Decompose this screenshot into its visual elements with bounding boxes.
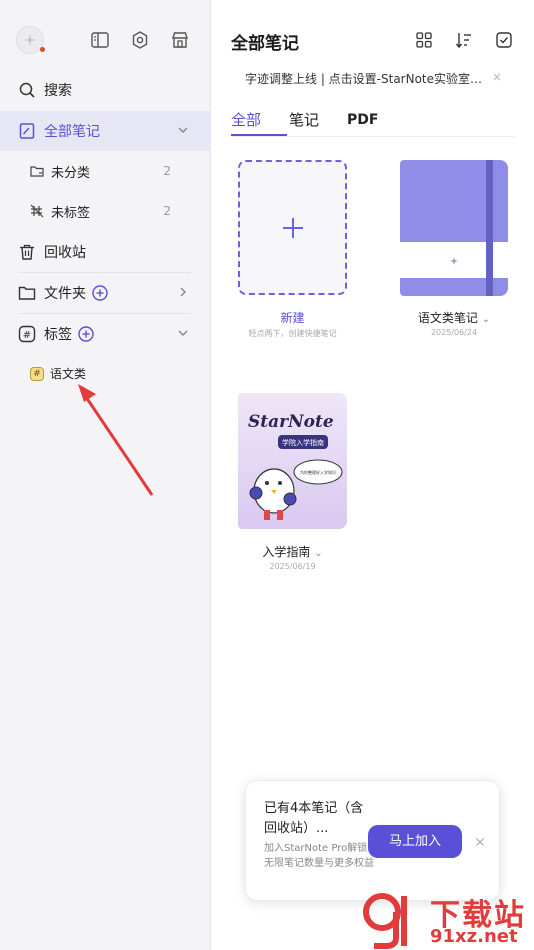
notes-icon	[19, 123, 35, 139]
trash-icon	[20, 244, 34, 260]
untagged-icon	[30, 204, 44, 218]
select-icon[interactable]	[495, 31, 513, 49]
sidebar: 搜索 全部笔记 未分类 2 未标签 2 回收站 文件夹 # 标签 # 语文类	[0, 0, 211, 950]
sidebar-item-all-notes[interactable]: 全部笔记	[0, 111, 211, 151]
new-note-hint: 轻点两下，创建快捷笔记	[248, 329, 337, 338]
add-folder-icon[interactable]	[92, 285, 108, 301]
chevron-down-icon[interactable]: ⌄	[482, 314, 490, 325]
sidebar-item-search[interactable]: 搜索	[0, 70, 211, 110]
watermark-logo	[363, 893, 407, 949]
site-watermark: 下载站 91xz.net	[360, 888, 534, 950]
notebook-date: 2025/06/24	[430, 328, 478, 337]
notification-dot	[40, 47, 45, 52]
tag-item-label: 语文类	[50, 367, 87, 381]
sidebar-item-label: 全部笔记	[44, 124, 100, 140]
add-tag-icon[interactable]	[78, 326, 94, 342]
main-panel: 全部笔记 字迹调整上线 | 点击设置-StarNote实验室开... 全部 笔记…	[211, 0, 534, 950]
sort-icon[interactable]	[455, 31, 473, 49]
notebook-title[interactable]: 语文类笔记 ⌄	[400, 309, 508, 326]
join-now-button[interactable]: 马上加入	[368, 825, 462, 858]
store-icon[interactable]	[170, 30, 190, 50]
sidebar-item-label: 标签	[44, 327, 72, 343]
sparkle-icon	[24, 34, 36, 46]
chevron-right-icon[interactable]	[177, 286, 189, 298]
promo-title: 已有4本笔记（含回收站）...	[264, 801, 364, 836]
annotation-arrow	[78, 384, 154, 496]
cover-strap	[486, 160, 493, 296]
app-window: 搜索 全部笔记 未分类 2 未标签 2 回收站 文件夹 # 标签 # 语文类 全…	[0, 0, 534, 950]
sidebar-item-label: 搜索	[44, 83, 72, 99]
folder-icon	[18, 286, 36, 300]
tab-bar: 全部 笔记 PDF	[231, 108, 406, 136]
cover-title: StarNote	[248, 412, 334, 432]
promo-description: 加入StarNote Pro解锁无限笔记数量与更多权益	[264, 843, 374, 869]
page-title: 全部笔记	[231, 34, 299, 54]
sidebar-item-tags[interactable]: # 标签	[0, 314, 211, 354]
folder-outline-icon	[30, 166, 44, 177]
close-icon[interactable]	[491, 71, 503, 83]
notebook-title[interactable]: 入学指南 ⌄	[238, 543, 347, 560]
item-count: 2	[163, 204, 171, 218]
tab-pdf[interactable]: PDF	[347, 108, 378, 136]
notebook-title-text: 入学指南	[262, 545, 311, 559]
notebook-cover[interactable]: StarNote 学院入学指南 为你整理好入学知识	[238, 393, 347, 529]
sidebar-item-label: 文件夹	[44, 286, 86, 302]
grid-view-icon[interactable]	[415, 31, 433, 49]
notebook-cover[interactable]	[400, 160, 508, 296]
sidebar-toolbar	[16, 26, 194, 56]
sidebar-item-label: 未分类	[51, 165, 91, 181]
watermark-url: 91xz.net	[430, 926, 518, 947]
cover-illustration: StarNote 学院入学指南 为你整理好入学知识	[248, 412, 343, 520]
sidebar-item-untagged[interactable]: 未标签 2	[0, 191, 211, 231]
cover-bubble: 为你整理好入学知识	[300, 469, 336, 475]
announcement-banner[interactable]: 字迹调整上线 | 点击设置-StarNote实验室开...	[245, 70, 485, 87]
app-logo[interactable]	[16, 26, 45, 54]
new-note-card[interactable]	[238, 160, 347, 295]
sidebar-item-uncategorized[interactable]: 未分类 2	[0, 151, 211, 191]
upgrade-promo-card: 已有4本笔记（含回收站）... 加入StarNote Pro解锁无限笔记数量与更…	[245, 780, 500, 901]
plus-icon	[282, 217, 303, 238]
chevron-down-icon[interactable]	[177, 124, 189, 136]
sidebar-item-label: 未标签	[51, 205, 91, 221]
notebook-date: 2025/06/19	[269, 562, 316, 571]
tag-icon: #	[18, 325, 36, 343]
sidebar-toggle-icon[interactable]	[90, 30, 110, 50]
tab-all[interactable]: 全部	[231, 108, 261, 136]
chevron-down-icon[interactable]	[177, 327, 189, 339]
svg-text:#: #	[23, 330, 31, 341]
tag-badge-icon: #	[30, 366, 44, 381]
sparkle-icon	[450, 257, 458, 265]
new-note-label[interactable]: 新建	[238, 309, 347, 326]
sidebar-item-label: 回收站	[44, 245, 86, 261]
chevron-down-icon[interactable]: ⌄	[314, 548, 322, 559]
item-count: 2	[163, 164, 171, 178]
notebook-title-text: 语文类笔记	[417, 311, 478, 325]
sidebar-item-recycle-bin[interactable]: 回收站	[0, 232, 211, 272]
cover-subtitle: 学院入学指南	[282, 438, 324, 447]
tab-notes[interactable]: 笔记	[289, 108, 319, 136]
sidebar-item-folders[interactable]: 文件夹	[0, 273, 211, 313]
search-icon	[19, 82, 35, 98]
close-icon[interactable]	[475, 837, 485, 847]
tab-divider	[231, 136, 514, 137]
settings-icon[interactable]	[130, 30, 150, 50]
tag-item[interactable]: # 语文类	[30, 365, 86, 382]
